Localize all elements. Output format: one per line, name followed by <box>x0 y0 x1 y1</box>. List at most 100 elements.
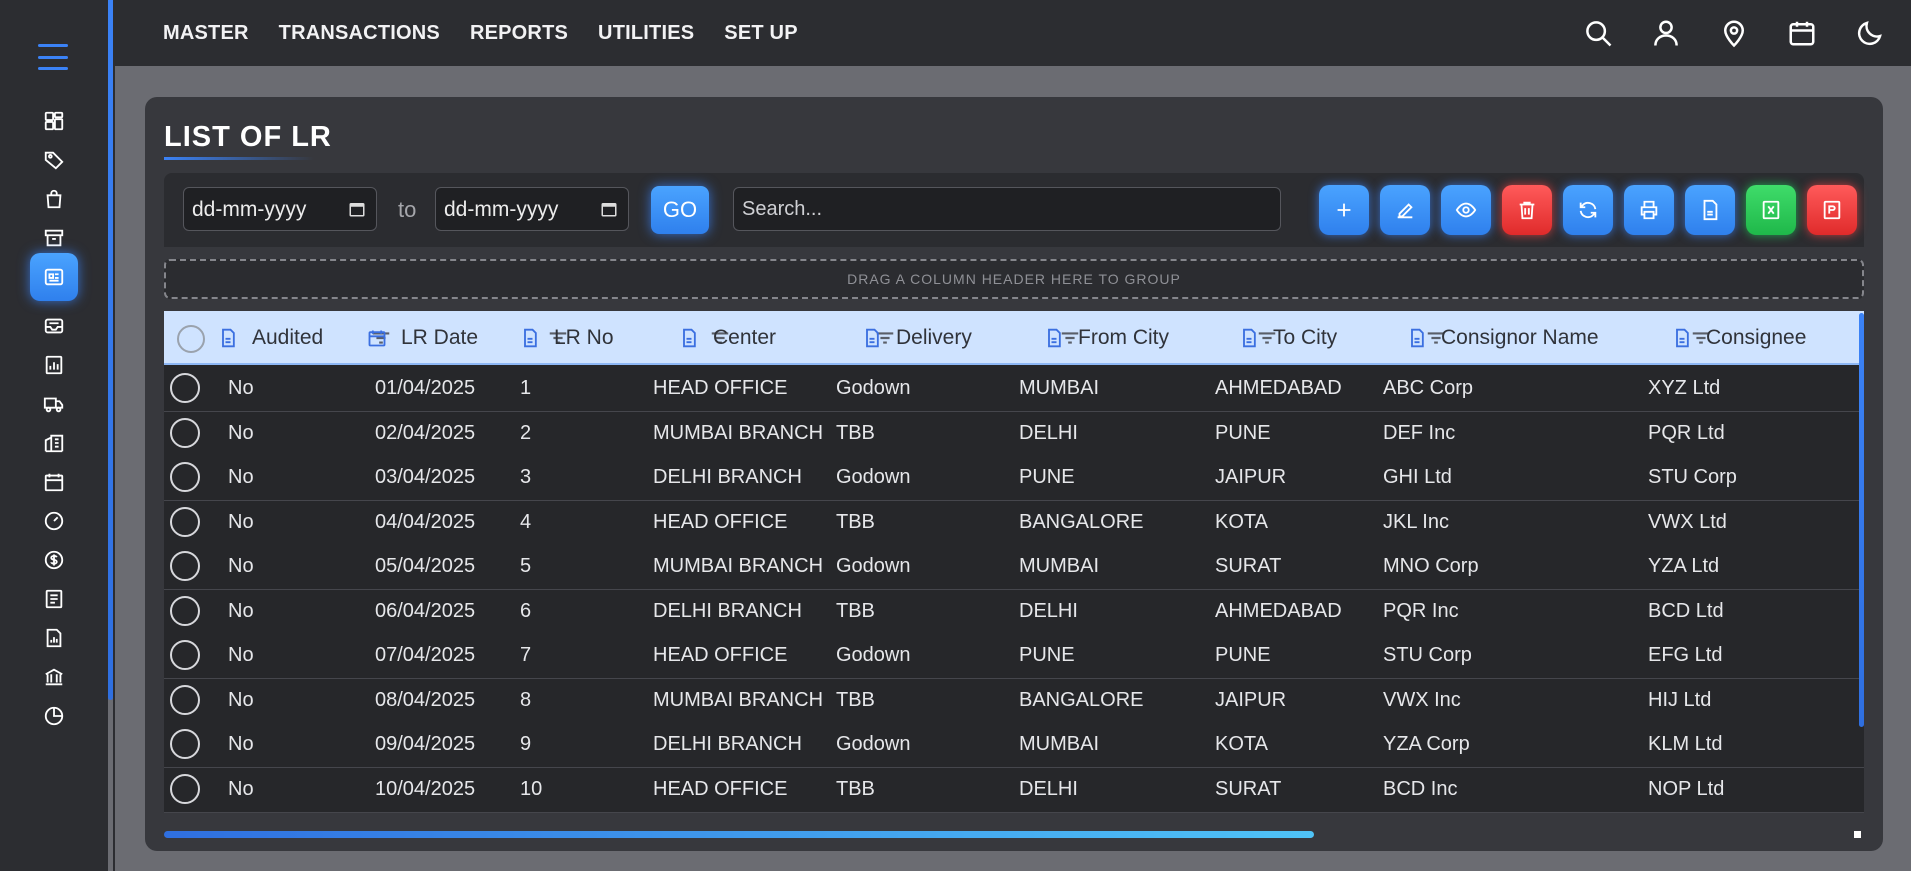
to-date-field[interactable]: dd-mm-yyyy <box>435 187 629 231</box>
cell-from-city: MUMBAI <box>1019 377 1099 399</box>
sidebar-scrollbar[interactable] <box>108 0 113 700</box>
row-select-radio[interactable] <box>170 640 200 670</box>
row-select-radio[interactable] <box>170 729 200 759</box>
cell-lr-date: 09/04/2025 <box>375 733 476 755</box>
select-all-radio[interactable] <box>177 325 205 353</box>
search-input[interactable] <box>733 187 1281 231</box>
table-row[interactable]: No 01/04/2025 1 HEAD OFFICE Godown MUMBAI AHME… <box>164 367 1864 412</box>
cell-consignor-name: MNO Corp <box>1383 555 1479 577</box>
table-row[interactable]: No 08/04/2025 8 MUMBAI BRANCH TBB BANGALORE JA… <box>164 678 1864 724</box>
cell-consignee: HIJ Ltd <box>1648 688 1712 711</box>
to-label: to <box>398 197 417 222</box>
cell-lr-no: 1 <box>520 377 532 399</box>
cell-center: MUMBAI BRANCH <box>653 555 824 577</box>
row-select-radio[interactable] <box>170 595 200 626</box>
menu-reports[interactable]: REPORTS <box>470 22 568 45</box>
cell-consignee: XYZ Ltd <box>1648 377 1721 399</box>
refresh-button[interactable] <box>1563 185 1613 235</box>
column-header-lr-no[interactable]: LR No <box>520 311 614 365</box>
search-icon[interactable] <box>1583 18 1613 53</box>
cell-from-city: BANGALORE <box>1019 688 1144 711</box>
row-select-radio[interactable] <box>170 373 200 403</box>
cell-center: MUMBAI BRANCH <box>653 688 824 711</box>
document-icon <box>1239 328 1259 348</box>
menu-utilities[interactable]: UTILITIES <box>598 22 694 45</box>
view-icon <box>1455 202 1477 218</box>
print-button[interactable] <box>1624 185 1674 235</box>
menu-icon[interactable] <box>38 44 68 70</box>
menu-master[interactable]: MASTER <box>163 22 249 45</box>
table-row[interactable]: No 02/04/2025 2 MUMBAI BRANCH TBB DELHI PUNE DE… <box>164 411 1864 457</box>
calendar-picker-icon[interactable] <box>348 200 366 218</box>
table-row[interactable]: No 10/04/2025 10 HEAD OFFICE TBB DELHI SURAT BC… <box>164 767 1864 813</box>
add-button[interactable] <box>1319 185 1369 235</box>
pie-chart-icon[interactable] <box>30 692 78 740</box>
user-icon[interactable] <box>1651 18 1681 53</box>
cell-lr-date: 05/04/2025 <box>375 555 476 577</box>
view-button[interactable] <box>1441 185 1491 235</box>
cell-delivery: Godown <box>836 377 911 399</box>
cell-lr-date: 02/04/2025 <box>375 421 476 444</box>
excel-button[interactable] <box>1746 185 1796 235</box>
cell-delivery: Godown <box>836 555 911 577</box>
table-row[interactable]: No 03/04/2025 3 DELHI BRANCH Godown PUNE JAIPU… <box>164 456 1864 501</box>
column-header-delivery[interactable]: Delivery <box>862 311 972 365</box>
edit-button[interactable] <box>1380 185 1430 235</box>
row-select-radio[interactable] <box>170 506 200 537</box>
cell-delivery: TBB <box>836 777 875 800</box>
moon-icon[interactable] <box>1855 18 1885 53</box>
column-header-consignor-name[interactable]: Consignor Name <box>1407 311 1599 365</box>
cell-audited: No <box>228 555 254 577</box>
row-select-radio[interactable] <box>170 684 200 715</box>
document-icon <box>520 328 540 348</box>
table-row[interactable]: No 06/04/2025 6 DELHI BRANCH TBB DELHI AHMEDAB… <box>164 589 1864 635</box>
location-icon[interactable] <box>1719 18 1749 53</box>
cell-audited: No <box>228 377 254 399</box>
row-select-radio[interactable] <box>170 551 200 581</box>
cell-lr-date: 03/04/2025 <box>375 466 476 488</box>
row-select-radio[interactable] <box>170 462 200 492</box>
report-button[interactable] <box>1807 185 1857 235</box>
row-select-radio[interactable] <box>170 417 200 448</box>
cell-consignor-name: DEF Inc <box>1383 421 1456 444</box>
to-date-value: dd-mm-yyyy <box>444 198 559 221</box>
column-header-consignee[interactable]: Consignee <box>1672 311 1806 365</box>
calendar-icon[interactable] <box>1787 18 1817 53</box>
column-label: LR Date <box>401 326 479 349</box>
table-row[interactable]: No 09/04/2025 9 DELHI BRANCH Godown MUMBAI KOT… <box>164 723 1864 768</box>
column-header-lr-date[interactable]: LR Date <box>367 311 478 365</box>
top-icons <box>1583 18 1885 53</box>
cell-delivery: TBB <box>836 421 875 444</box>
cell-to-city: AHMEDABAD <box>1215 377 1342 399</box>
column-header-from-city[interactable]: From City <box>1044 311 1169 365</box>
table-row[interactable]: No 04/04/2025 4 HEAD OFFICE TBB BANGALORE KOTA… <box>164 500 1864 546</box>
column-label: Audited <box>252 326 324 349</box>
group-drop-zone[interactable]: DRAG A COLUMN HEADER HERE TO GROUP <box>164 259 1864 299</box>
menu-setup[interactable]: SET UP <box>724 22 797 45</box>
document-list-icon[interactable] <box>30 253 78 301</box>
column-header-to-city[interactable]: To City <box>1239 311 1337 365</box>
delete-button[interactable] <box>1502 185 1552 235</box>
from-date-field[interactable]: dd-mm-yyyy <box>183 187 377 231</box>
cell-delivery: Godown <box>836 644 911 666</box>
vertical-scrollbar[interactable] <box>1859 313 1864 727</box>
column-header-audited[interactable]: Audited <box>218 311 323 365</box>
calendar-picker-icon[interactable] <box>600 200 618 218</box>
menu-transactions[interactable]: TRANSACTIONS <box>279 22 440 45</box>
cell-to-city: PUNE <box>1215 644 1271 666</box>
pdf-button[interactable] <box>1685 185 1735 235</box>
column-header-center[interactable]: Center <box>679 311 776 365</box>
cell-from-city: DELHI <box>1019 777 1078 800</box>
cell-from-city: PUNE <box>1019 644 1075 666</box>
from-date-value: dd-mm-yyyy <box>192 198 307 221</box>
print-icon <box>1640 200 1658 220</box>
edit-icon <box>1397 203 1413 219</box>
cell-to-city: KOTA <box>1215 510 1268 533</box>
cell-from-city: MUMBAI <box>1019 555 1099 577</box>
horizontal-scrollbar[interactable] <box>164 831 1314 838</box>
cell-to-city: SURAT <box>1215 555 1282 577</box>
go-button[interactable]: GO <box>651 186 709 234</box>
table-row[interactable]: No 05/04/2025 5 MUMBAI BRANCH Godown MUMBAI SU… <box>164 545 1864 590</box>
table-row[interactable]: No 07/04/2025 7 HEAD OFFICE Godown PUNE PUNE ST… <box>164 634 1864 679</box>
row-select-radio[interactable] <box>170 773 200 804</box>
